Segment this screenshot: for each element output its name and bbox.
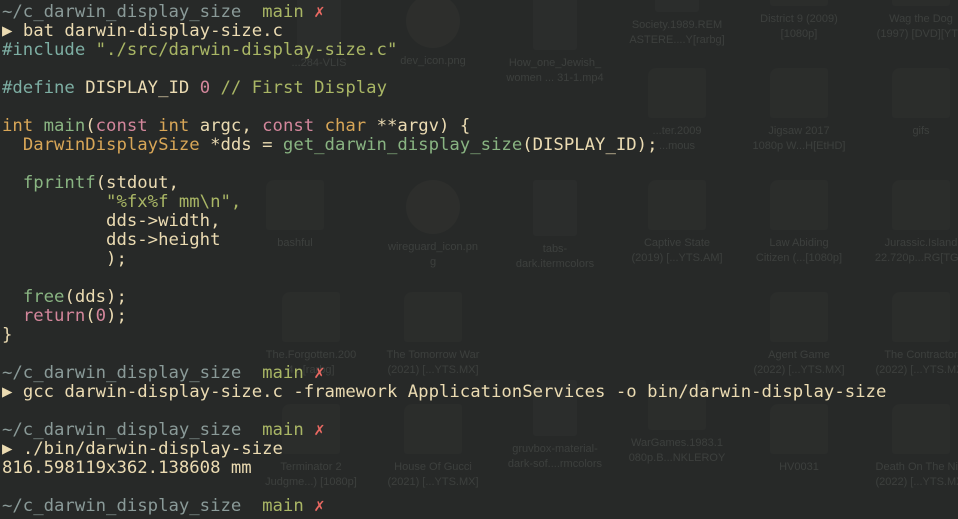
prompt-directory: ~/c_darwin_display_size (2, 2, 242, 22)
code-line-define: #define DISPLAY_ID 0 // First Display (2, 79, 387, 98)
param-argv: **argv) { (366, 116, 471, 136)
code-line-close: ); (2, 250, 127, 269)
dirty-status-icon: ✗ (314, 420, 325, 440)
function-name: main (43, 116, 86, 136)
code-line-width: dds->width, (2, 211, 221, 231)
param-type: char (324, 116, 367, 136)
code-line-return: return(0); (2, 307, 127, 326)
include-path: "./src/darwin-display-size.c" (95, 40, 398, 60)
git-branch: main (262, 2, 304, 22)
closing-brace: } (2, 325, 13, 345)
return-keyword: return (22, 306, 86, 326)
paren: ); (106, 306, 127, 326)
arg-width: dds->width, (106, 211, 221, 231)
struct-type: DarwinDisplaySize (22, 135, 200, 155)
define-directive: #define (2, 78, 75, 98)
call-name: free (22, 287, 65, 307)
command-output: 816.598119x362.138608 mm (2, 459, 252, 478)
define-name: DISPLAY_ID (85, 78, 190, 98)
code-line-main: int main(const int argc, const char **ar… (2, 117, 470, 136)
prompt-arrow-icon: ▶ (2, 382, 13, 402)
command-text: bat darwin-display-size.c (22, 21, 283, 41)
call-args: (DISPLAY_ID); (522, 135, 658, 155)
code-line-fprintf: fprintf(stdout, (2, 174, 179, 193)
command-text: gcc darwin-display-size.c -framework App… (22, 382, 887, 402)
code-line-brace: } (2, 326, 12, 345)
code-line-free: free(dds); (2, 288, 127, 307)
param-argc: argc, (189, 116, 263, 136)
dirty-status-icon: ✗ (314, 363, 325, 383)
arg-height: dds->height (106, 230, 221, 250)
git-branch: main (262, 496, 304, 516)
param-type: int (158, 116, 190, 136)
git-branch: main (262, 363, 304, 383)
paren: ( (85, 306, 96, 326)
prompt-line: ~/c_darwin_display_size main ✗ (2, 364, 325, 383)
prompt-directory: ~/c_darwin_display_size (2, 496, 242, 516)
git-branch: main (262, 420, 304, 440)
include-directive: #include (2, 40, 86, 60)
code-line-decl: DarwinDisplaySize *dds = get_darwin_disp… (2, 135, 658, 155)
output-text: 816.598119x362.138608 mm (2, 458, 252, 478)
dirty-status-icon: ✗ (314, 2, 325, 22)
close-call: ); (106, 249, 127, 269)
command-line[interactable]: ▶ gcc darwin-display-size.c -framework A… (2, 383, 886, 402)
return-type: int (2, 116, 34, 136)
define-comment: // First Display (220, 78, 387, 98)
prompt-line: ~/c_darwin_display_size main ✗ (2, 421, 325, 440)
prompt-arrow-icon: ▶ (2, 439, 13, 459)
const-keyword: const (95, 116, 148, 136)
prompt-line: ~/c_darwin_display_size main ✗ (2, 3, 325, 22)
prompt-line: ~/c_darwin_display_size main ✗ (2, 497, 325, 516)
call-args: (dds); (64, 287, 127, 307)
return-value: 0 (95, 306, 107, 326)
prompt-directory: ~/c_darwin_display_size (2, 363, 242, 383)
define-value: 0 (199, 78, 211, 98)
format-string: "%fx%f mm\n", (106, 192, 242, 212)
command-line[interactable]: ▶ ./bin/darwin-display-size (2, 440, 283, 459)
call-args: (stdout, (95, 173, 179, 193)
code-line-height: dds->height (2, 230, 221, 250)
command-line[interactable]: ▶ bat darwin-display-size.c (2, 22, 283, 41)
command-text: ./bin/darwin-display-size (22, 439, 283, 459)
dirty-status-icon: ✗ (314, 496, 325, 516)
code-line-include: #include "./src/darwin-display-size.c" (2, 41, 397, 60)
code-line-format: "%fx%f mm\n", (2, 193, 241, 212)
terminal-window[interactable]: ~/c_darwin_display_size main ✗ ▶ bat dar… (0, 0, 958, 519)
prompt-directory: ~/c_darwin_display_size (2, 420, 242, 440)
decl-var: *dds = (199, 135, 283, 155)
const-keyword: const (262, 116, 315, 136)
paren: ( (85, 116, 96, 136)
call-name: fprintf (22, 173, 96, 193)
call-name: get_darwin_display_size (282, 135, 523, 155)
prompt-arrow-icon: ▶ (2, 21, 13, 41)
